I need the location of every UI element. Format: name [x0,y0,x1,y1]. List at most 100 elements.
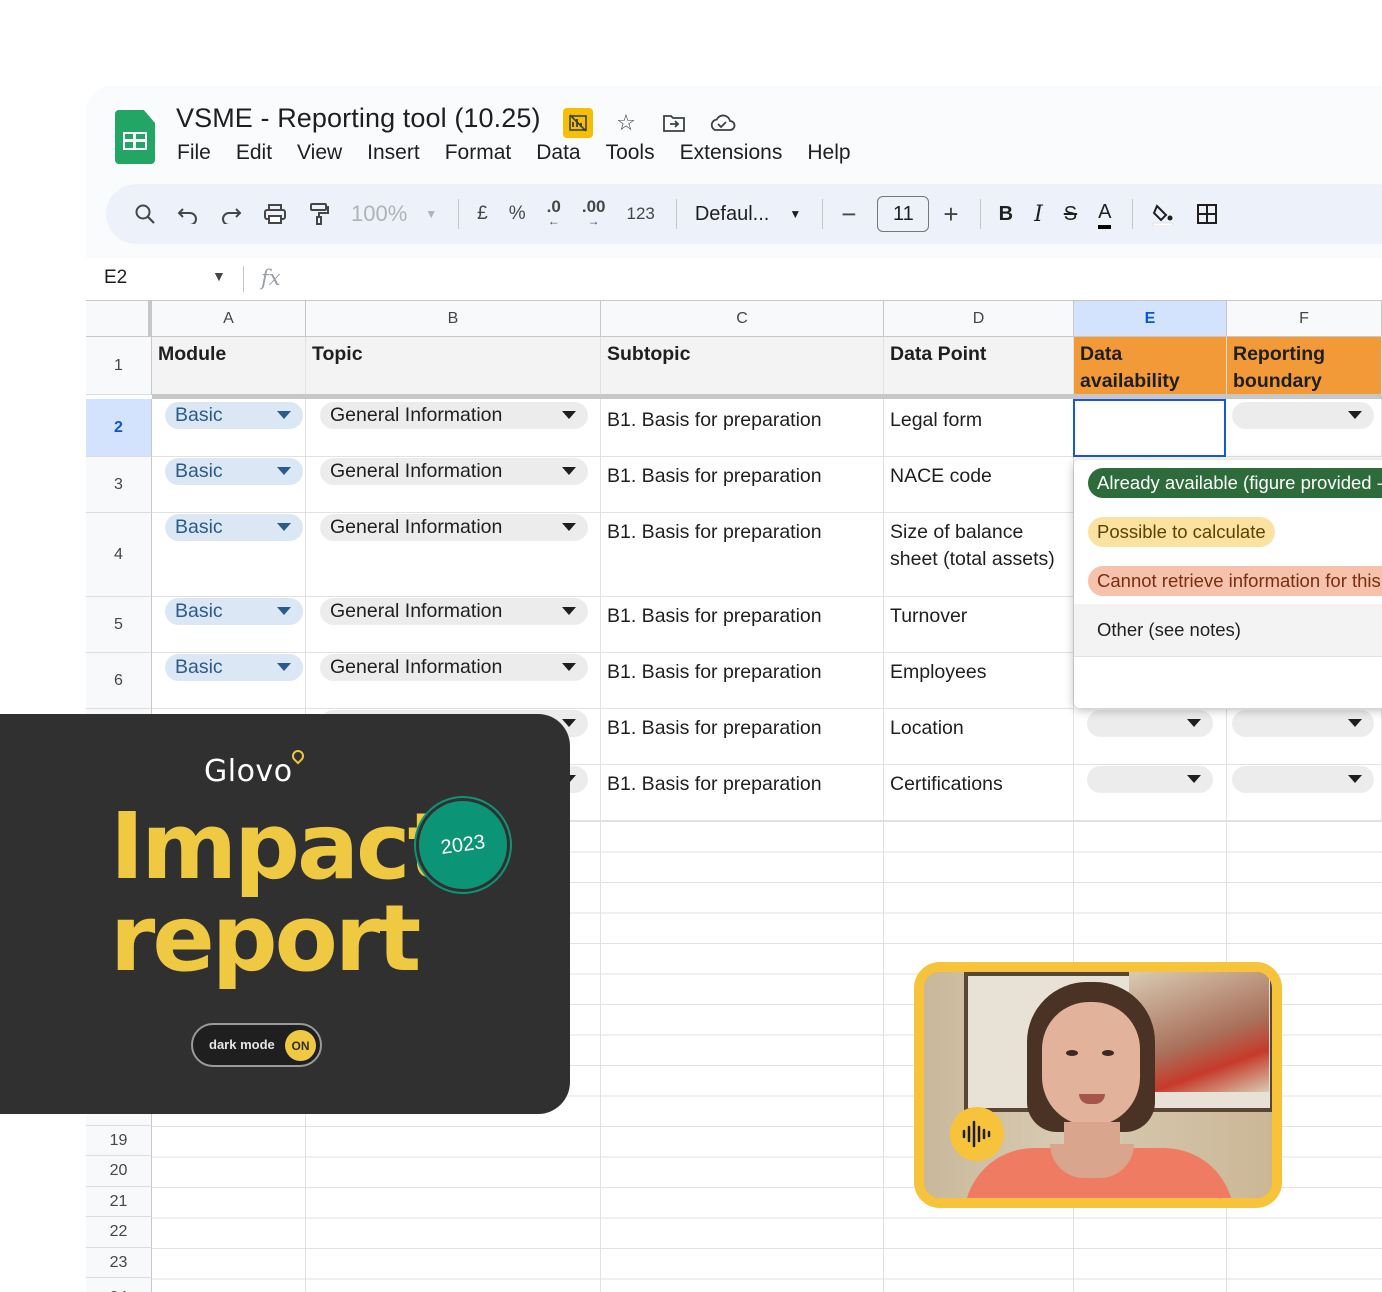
move-to-folder-icon[interactable] [659,108,689,138]
cell-reporting-boundary[interactable] [1227,709,1382,765]
row-header-3[interactable]: 3 [86,457,152,513]
header-cell-data-availability[interactable]: Data availability [1074,337,1227,395]
cell-data-availability[interactable] [1074,709,1227,765]
cell-data-availability[interactable] [1074,765,1227,821]
header-cell-subtopic[interactable]: Subtopic [601,337,884,395]
search-icon[interactable] [134,194,156,234]
column-header-f[interactable]: F [1227,300,1382,337]
row-header-2[interactable]: 2 [86,399,152,457]
cell-topic[interactable]: General Information [306,653,601,709]
bold-button[interactable]: B [999,194,1013,234]
cell-module[interactable]: Basic [152,513,306,597]
row-header-5[interactable]: 5 [86,597,152,653]
topic-chip[interactable]: General Information [320,458,588,485]
redo-icon[interactable] [220,194,242,234]
menu-extensions[interactable]: Extensions [680,141,783,165]
toggle-knob[interactable]: ON [285,1030,316,1061]
availability-chip[interactable] [1087,766,1213,793]
menu-edit[interactable]: Edit [236,141,272,165]
menu-insert[interactable]: Insert [367,141,420,165]
number-format-button[interactable]: 123 [626,194,654,234]
no-chart-icon[interactable] [563,108,593,138]
column-header-d[interactable]: D [884,300,1074,337]
header-cell-data-point[interactable]: Data Point [884,337,1074,395]
select-all-corner[interactable] [86,300,152,337]
row-header-4[interactable]: 4 [86,513,152,597]
menu-format[interactable]: Format [445,141,512,165]
cell-reporting-boundary[interactable] [1227,399,1382,457]
cell-subtopic[interactable]: B1. Basis for preparation [601,765,884,821]
sheets-logo-icon[interactable] [115,110,155,164]
header-cell-topic[interactable]: Topic [306,337,601,395]
option-possible-to-calculate[interactable]: Possible to calculate [1088,517,1275,547]
row-header-1[interactable]: 1 [86,337,152,395]
name-box[interactable]: E2 [104,267,127,289]
font-size-input[interactable]: 11 [877,196,930,232]
cell-module[interactable]: Basic [152,457,306,513]
row-header-6[interactable]: 6 [86,653,152,709]
cell-subtopic[interactable]: B1. Basis for preparation [601,399,884,457]
text-color-button[interactable]: A [1098,194,1112,234]
paint-format-icon[interactable] [308,194,330,234]
name-box-dropdown-icon[interactable]: ▼ [212,268,226,284]
topic-chip[interactable]: General Information [320,514,588,541]
strikethrough-icon[interactable]: S [1064,194,1077,234]
cell-subtopic[interactable]: B1. Basis for preparation [601,597,884,653]
cell-subtopic[interactable]: B1. Basis for preparation [601,513,884,597]
borders-icon[interactable] [1196,194,1218,234]
italic-button[interactable]: I [1034,194,1043,234]
cell-subtopic[interactable]: B1. Basis for preparation [601,653,884,709]
decrease-font-size-button[interactable]: − [841,194,856,234]
cell-module[interactable]: Basic [152,653,306,709]
row-header-20[interactable]: 20 [86,1156,152,1187]
increase-decimals-button[interactable]: .00 → [582,194,606,234]
cell-reporting-boundary[interactable] [1227,765,1382,821]
decrease-decimals-button[interactable]: .0 ← [547,194,561,234]
menu-tools[interactable]: Tools [606,141,655,165]
row-header-19[interactable]: 19 [86,1126,152,1156]
option-cannot-retrieve[interactable]: Cannot retrieve information for this [1088,566,1382,596]
cell-data-point[interactable]: Legal form [884,399,1074,457]
column-header-e[interactable]: E [1074,300,1227,337]
cell-subtopic[interactable]: B1. Basis for preparation [601,709,884,765]
font-select[interactable]: Defaul... ▼ [695,194,801,234]
dark-mode-toggle[interactable]: dark mode ON [191,1023,322,1067]
boundary-chip[interactable] [1232,766,1374,793]
boundary-chip[interactable] [1232,710,1374,737]
cell-topic[interactable]: General Information [306,597,601,653]
row-header-24[interactable]: 24 [86,1278,152,1292]
row-header-23[interactable]: 23 [86,1248,152,1278]
option-other[interactable]: Other (see notes) [1088,615,1250,645]
row-header-22[interactable]: 22 [86,1217,152,1248]
cell-module[interactable]: Basic [152,399,306,457]
topic-chip[interactable]: General Information [320,402,588,429]
cell-module[interactable]: Basic [152,597,306,653]
menu-help[interactable]: Help [807,141,850,165]
menu-data[interactable]: Data [536,141,580,165]
topic-chip[interactable]: General Information [320,654,588,681]
header-cell-module[interactable]: Module [152,337,306,395]
row-header-21[interactable]: 21 [86,1187,152,1217]
currency-button[interactable]: £ [477,194,488,234]
column-header-c[interactable]: C [601,300,884,337]
video-tile[interactable] [914,962,1282,1208]
cell-topic[interactable]: General Information [306,513,601,597]
fill-color-icon[interactable] [1151,194,1175,234]
module-chip[interactable]: Basic [165,598,303,625]
availability-chip[interactable] [1087,710,1213,737]
zoom-select[interactable]: 100% ▼ [351,194,437,234]
boundary-chip[interactable] [1232,402,1374,429]
cloud-saved-icon[interactable] [707,108,737,138]
undo-icon[interactable] [177,194,199,234]
module-chip[interactable]: Basic [165,402,303,429]
column-header-b[interactable]: B [306,300,601,337]
menu-file[interactable]: File [177,141,211,165]
cell-data-point[interactable]: Turnover [884,597,1074,653]
cell-data-point[interactable]: Certifications [884,765,1074,821]
star-icon[interactable]: ☆ [611,108,641,138]
column-header-a[interactable]: A [152,300,306,337]
print-icon[interactable] [263,194,287,234]
module-chip[interactable]: Basic [165,458,303,485]
audio-wave-icon[interactable] [950,1107,1004,1161]
cell-topic[interactable]: General Information [306,399,601,457]
